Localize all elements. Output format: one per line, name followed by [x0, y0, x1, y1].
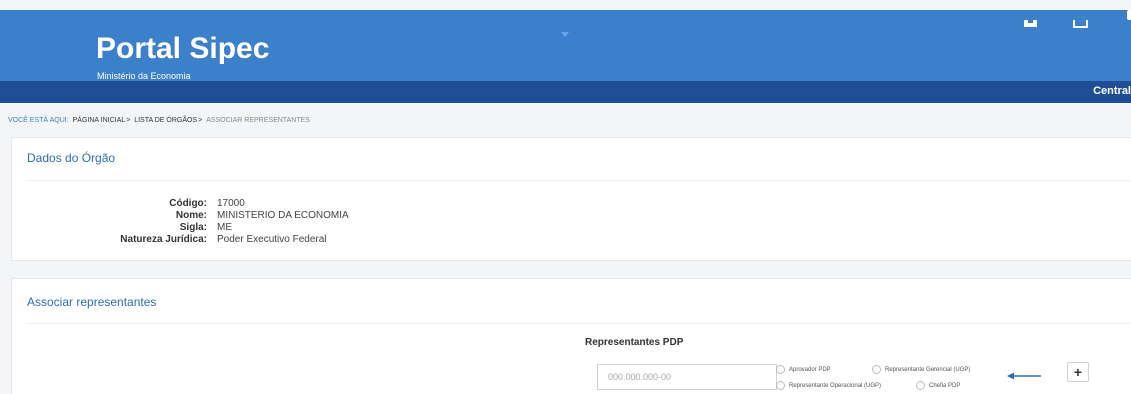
add-representante-button[interactable]: + — [1067, 362, 1089, 382]
radio-label: Representante Operacional (UGP) — [789, 382, 882, 389]
field-value-natureza: Poder Executivo Federal — [217, 234, 327, 245]
breadcrumb: VOCÊ ESTÁ AQUI: PÁGINA INICIAL> LISTA DE… — [8, 117, 310, 124]
field-label-sigla: Sigla: — [179, 222, 207, 233]
field-value-codigo: 17000 — [217, 198, 245, 209]
radio-circle[interactable] — [776, 365, 785, 374]
nav-bar: Central — [0, 81, 1131, 103]
portal-subtitle: Ministério da Economia — [97, 71, 191, 81]
associar-card: Associar representantes Representantes P… — [11, 278, 1131, 394]
field-label-nome: Nome: — [175, 210, 207, 221]
breadcrumb-current: ASSOCIAR REPRESENTANTES — [206, 117, 310, 124]
cpf-input[interactable] — [597, 364, 777, 390]
radio-representante-gerencial[interactable]: Representante Gerencial (UGP) — [872, 365, 970, 374]
radio-aprovador-pdp[interactable]: Aprovador PDP — [776, 365, 831, 374]
breadcrumb-orgaos[interactable]: LISTA DE ÓRGÃOS — [134, 117, 197, 124]
breadcrumb-prefix: VOCÊ ESTÁ AQUI: — [8, 117, 69, 124]
document-icon[interactable] — [1073, 20, 1089, 28]
radio-label: Chefia PDP — [929, 382, 961, 389]
portal-header: Portal Sipec Ministério da Economia — [0, 10, 1131, 81]
radio-label: Representante Gerencial (UGP) — [885, 366, 971, 373]
radio-circle[interactable] — [776, 381, 785, 390]
radio-chefia-pdp[interactable]: Chefia PDP — [916, 381, 960, 390]
home-icon[interactable] — [1023, 20, 1039, 28]
user-icon[interactable] — [1127, 10, 1131, 20]
breadcrumb-home[interactable]: PÁGINA INICIAL — [73, 117, 126, 124]
field-label-codigo: Código: — [169, 198, 207, 209]
field-value-sigla: ME — [217, 222, 232, 233]
menu-caret-icon[interactable] — [561, 32, 569, 37]
field-label-natureza: Natureza Jurídica: — [120, 234, 207, 245]
card-divider — [27, 180, 1131, 181]
representantes-title: Representantes PDP — [585, 337, 684, 348]
breadcrumb-separator: > — [198, 117, 203, 124]
associar-card-title: Associar representantes — [27, 295, 157, 309]
arrow-left-icon — [1007, 372, 1041, 380]
radio-circle[interactable] — [872, 365, 881, 374]
breadcrumb-separator: > — [126, 117, 131, 124]
radio-label: Aprovador PDP — [789, 366, 831, 373]
field-value-nome: MINISTERIO DA ECONOMIA — [217, 210, 349, 221]
nav-central-link[interactable]: Central — [1093, 85, 1131, 97]
orgao-card: Dados do Órgão Código: 17000 Nome: MINIS… — [11, 137, 1131, 261]
radio-representante-operacional[interactable]: Representante Operacional (UGP) — [776, 381, 881, 390]
portal-title[interactable]: Portal Sipec — [96, 32, 269, 66]
radio-circle[interactable] — [916, 381, 925, 390]
orgao-card-title: Dados do Órgão — [27, 151, 116, 165]
card-divider — [27, 323, 1131, 324]
